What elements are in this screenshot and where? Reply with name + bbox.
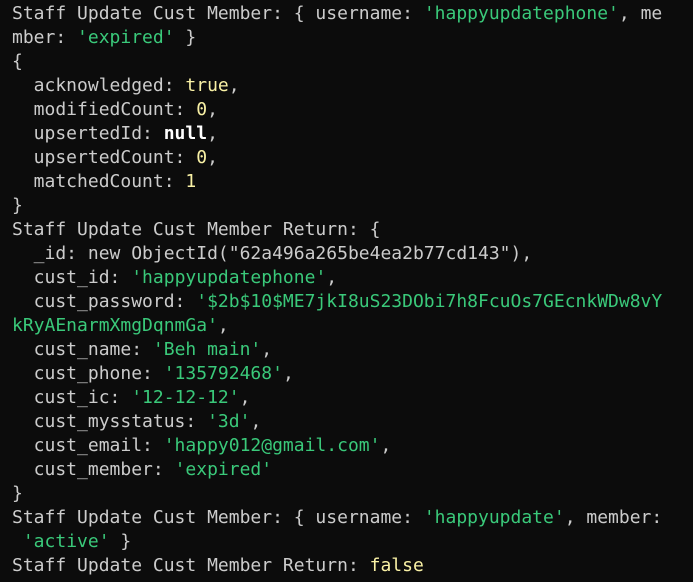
terminal-token-num: 1 [185,171,197,192]
terminal-line: upsertedId: null, [12,122,693,146]
terminal-token-plain: , member: [564,507,663,528]
terminal-line: cust_mysstatus: '3d', [12,410,693,434]
terminal-token-plain: } [12,483,23,504]
terminal-line: cust_email: 'happy012@gmail.com', [12,434,693,458]
terminal-token-plain: , [207,99,218,120]
terminal-line: Staff Update Cust Member: { username: 'h… [12,2,693,26]
terminal-line: Staff Update Cust Member Return: false [12,554,693,578]
terminal-token-plain: cust_member: [12,459,175,480]
terminal-line: cust_password: '$2b$10$ME7jkI8uS23DObi7h… [12,290,693,314]
terminal-token-str: kRyAEnarmXmgDqnmGa' [12,315,218,336]
terminal-token-num: 0 [196,99,208,120]
terminal-token-plain: cust_ic: [12,387,132,408]
terminal-token-plain: , [217,315,229,336]
terminal-token-plain: } [12,195,23,216]
terminal-token-str: 'happyupdatephone' [423,3,619,24]
terminal-token-plain: mber: [12,27,78,48]
terminal-token-plain: cust_email: [12,435,164,456]
terminal-token-str: 'happy012@gmail.com' [163,435,381,456]
terminal-line: modifiedCount: 0, [12,98,693,122]
terminal-token-str: '12-12-12' [131,387,240,408]
terminal-token-plain: , me [618,3,663,24]
terminal-token-plain: cust_name: [12,339,153,360]
terminal-token-plain: , [207,147,218,168]
terminal-token-plain: { [12,51,23,72]
terminal-token-plain: } [174,27,197,48]
terminal-token-plain: , [239,387,251,408]
terminal-token-plain: cust_phone: [12,363,164,384]
terminal-line: upsertedCount: 0, [12,146,693,170]
terminal-line: Staff Update Cust Member Return: { [12,218,693,242]
terminal-token-plain: cust_password: [12,291,197,312]
terminal-token-str: 'happyupdatephone' [131,267,327,288]
terminal-line: } [12,482,693,506]
terminal-token-str: 'expired' [77,27,175,48]
terminal-line: _id: new ObjectId("62a496a265be4ea2b77cd… [12,242,693,266]
terminal-token-null: null [163,123,208,144]
terminal-token-plain: modifiedCount: [12,99,197,120]
terminal-token-plain: Staff Update Cust Member Return: { [12,219,381,240]
terminal-token-str: 'active' [22,531,110,552]
terminal-token-plain: acknowledged: [12,75,186,96]
terminal-token-plain: , [250,411,262,432]
terminal-token-plain [12,531,23,552]
terminal-token-str: 'Beh main' [152,339,262,360]
terminal-token-plain: _id: new ObjectId("62a496a265be4ea2b77cd… [12,243,533,264]
terminal-token-plain: upsertedId: [12,123,164,144]
terminal-token-str: 'happyupdate' [423,507,565,528]
terminal-line: cust_id: 'happyupdatephone', [12,266,693,290]
terminal-token-plain: Staff Update Cust Member: { username: [12,3,424,24]
terminal-token-plain: upsertedCount: [12,147,197,168]
terminal-line: matchedCount: 1 [12,170,693,194]
terminal-line: cust_phone: '135792468', [12,362,693,386]
terminal-token-plain: , [228,75,240,96]
terminal-line: acknowledged: true, [12,74,693,98]
terminal-token-plain: , [326,267,338,288]
terminal-token-str: '3d' [207,411,251,432]
terminal-token-bool: false [369,555,424,576]
terminal-line: { [12,50,693,74]
terminal-line: kRyAEnarmXmgDqnmGa', [12,314,693,338]
terminal-token-str: '135792468' [163,363,283,384]
terminal-token-plain: , [261,339,273,360]
terminal-line: cust_ic: '12-12-12', [12,386,693,410]
terminal-token-plain: cust_mysstatus: [12,411,208,432]
terminal-token-plain: Staff Update Cust Member: { username: [12,507,424,528]
terminal-token-plain: } [109,531,132,552]
terminal-token-plain: , [380,435,392,456]
terminal-line: 'active' } [12,530,693,554]
terminal-line: cust_name: 'Beh main', [12,338,693,362]
terminal-line: Staff Update Cust Member: { username: 'h… [12,506,693,530]
terminal-token-str: 'expired' [174,459,273,480]
terminal-line: cust_member: 'expired' [12,458,693,482]
terminal-token-str: '$2b$10$ME7jkI8uS23DObi7h8FcuOs7GEcnkWDw… [196,291,663,312]
terminal-line: mber: 'expired' } [12,26,693,50]
terminal-token-plain: Staff Update Cust Member Return: [12,555,370,576]
terminal-token-bool: true [185,75,229,96]
terminal-token-plain: matchedCount: [12,171,186,192]
terminal-token-plain: cust_id: [12,267,132,288]
terminal-token-num: 0 [196,147,208,168]
terminal-output[interactable]: Staff Update Cust Member: { username: 'h… [0,0,693,582]
terminal-line: } [12,194,693,218]
terminal-token-plain: , [207,123,218,144]
terminal-token-plain: , [282,363,294,384]
